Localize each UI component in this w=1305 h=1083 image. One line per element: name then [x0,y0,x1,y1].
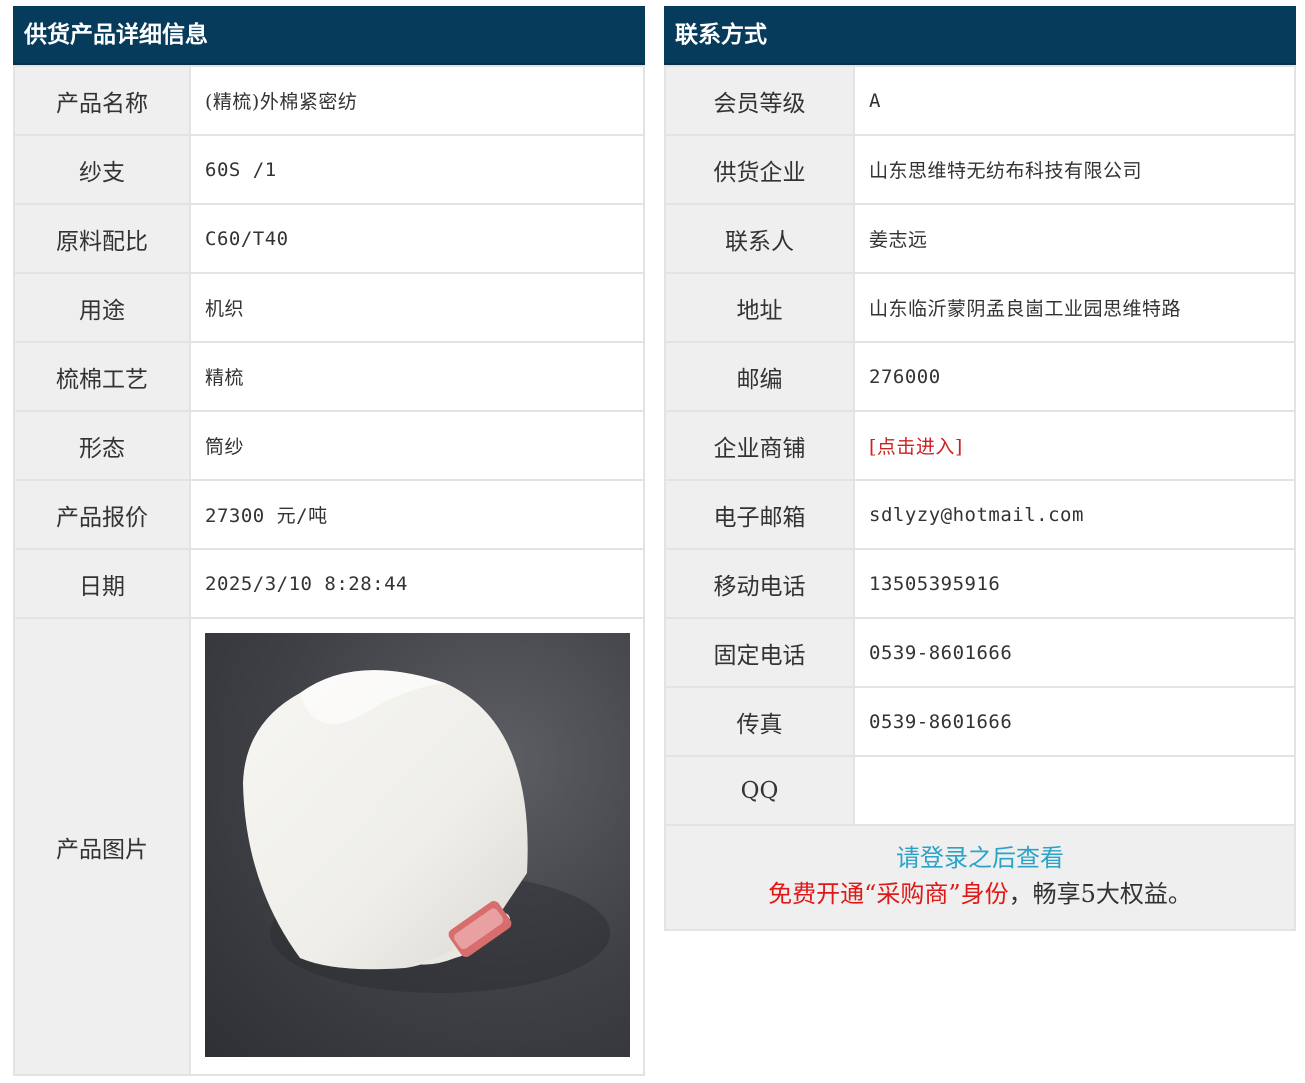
contact-table: 会员等级 A 供货企业 山东思维特无纺布科技有限公司 联系人 姜志远 地址 山东… [664,65,1296,826]
login-link[interactable]: 请登录之后查看 [666,840,1294,876]
combing-process-value: 精梳 [189,341,645,412]
product-name-value: (精梳)外棉紧密纺 [189,65,645,136]
row-label: 用途 [13,272,191,343]
table-row: 产品报价 27300 元/吨 [13,479,645,550]
table-row: 形态 筒纱 [13,410,645,481]
product-details-panel: 供货产品详细信息 产品名称 (精梳)外棉紧密纺 纱支 60S /1 原料配比 C… [13,6,645,1076]
contact-title: 联系方式 [664,6,1296,65]
price-value: 27300 元/吨 [189,479,645,550]
product-details-table: 产品名称 (精梳)外棉紧密纺 纱支 60S /1 原料配比 C60/T40 用途… [13,65,645,1076]
row-label: 产品报价 [13,479,191,550]
material-ratio-value: C60/T40 [189,203,645,274]
row-label: 联系人 [664,203,855,274]
row-label: 会员等级 [664,65,855,136]
table-row: 移动电话 13505395916 [664,548,1296,619]
product-image[interactable] [205,633,630,1057]
address-value: 山东临沂蒙阴孟良崮工业园思维特路 [853,272,1296,343]
row-label: 邮编 [664,341,855,412]
row-label: 日期 [13,548,191,619]
table-row: 产品图片 [13,617,645,1076]
table-row: 固定电话 0539-8601666 [664,617,1296,688]
row-label: 产品名称 [13,65,191,136]
row-label: 原料配比 [13,203,191,274]
date-value: 2025/3/10 8:28:44 [189,548,645,619]
yarn-cone-illustration [243,670,610,993]
row-label: 地址 [664,272,855,343]
row-label: 纱支 [13,134,191,205]
table-row: 电子邮箱 sdlyzy@hotmail.com [664,479,1296,550]
row-label: 电子邮箱 [664,479,855,550]
usage-value: 机织 [189,272,645,343]
buyer-signup-text[interactable]: 免费开通“采购商”身份 [768,880,1009,908]
fax-value: 0539-8601666 [853,686,1296,757]
table-row: 原料配比 C60/T40 [13,203,645,274]
table-row: 地址 山东临沂蒙阴孟良崮工业园思维特路 [664,272,1296,343]
row-label: 供货企业 [664,134,855,205]
member-level-value: A [853,65,1296,136]
login-prompt: 请登录之后查看 免费开通“采购商”身份，畅享5大权益。 [664,826,1296,931]
table-row: 日期 2025/3/10 8:28:44 [13,548,645,619]
row-label: 企业商铺 [664,410,855,481]
form-value: 筒纱 [189,410,645,481]
product-image-cell [189,617,645,1076]
product-details-title: 供货产品详细信息 [13,6,645,65]
row-label: 固定电话 [664,617,855,688]
supplier-company-value: 山东思维特无纺布科技有限公司 [853,134,1296,205]
table-row: 联系人 姜志远 [664,203,1296,274]
table-row: 产品名称 (精梳)外棉紧密纺 [13,65,645,136]
table-row: 用途 机织 [13,272,645,343]
table-row: 梳棉工艺 精梳 [13,341,645,412]
row-label: 形态 [13,410,191,481]
benefit-suffix: ，畅享5大权益。 [1008,880,1192,908]
row-label: 移动电话 [664,548,855,619]
table-row: 企业商铺 [点击进入] [664,410,1296,481]
table-row: 供货企业 山东思维特无纺布科技有限公司 [664,134,1296,205]
contact-panel: 联系方式 会员等级 A 供货企业 山东思维特无纺布科技有限公司 联系人 姜志远 … [664,6,1296,931]
table-row: 会员等级 A [664,65,1296,136]
qq-value [853,755,1296,826]
buyer-benefit-text: 免费开通“采购商”身份，畅享5大权益。 [666,876,1294,912]
row-label: 产品图片 [13,617,191,1076]
email-value: sdlyzy@hotmail.com [853,479,1296,550]
postcode-value: 276000 [853,341,1296,412]
table-row: 邮编 276000 [664,341,1296,412]
shop-enter-link[interactable]: [点击进入] [869,436,963,458]
landline-value: 0539-8601666 [853,617,1296,688]
row-label: 梳棉工艺 [13,341,191,412]
row-label: 传真 [664,686,855,757]
contact-person-value: 姜志远 [853,203,1296,274]
yarn-count-value: 60S /1 [189,134,645,205]
row-label: QQ [664,755,855,826]
shop-link-cell: [点击进入] [853,410,1296,481]
table-row: QQ [664,755,1296,826]
mobile-phone-value: 13505395916 [853,548,1296,619]
table-row: 纱支 60S /1 [13,134,645,205]
table-row: 传真 0539-8601666 [664,686,1296,757]
